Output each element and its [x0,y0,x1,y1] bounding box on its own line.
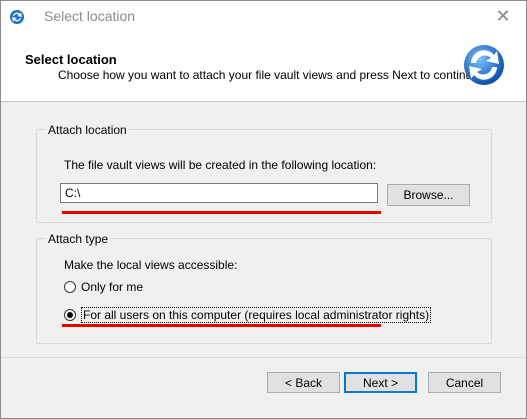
radio-label: Only for me [81,280,144,294]
cancel-button-label: Cancel [445,375,484,390]
attach-type-legend: Attach type [46,232,111,246]
radio-label: For all users on this computer (requires… [81,307,432,323]
header-title: Select location [25,52,117,67]
radio-only-for-me[interactable]: Only for me [64,280,143,294]
next-button[interactable]: Next > [344,372,417,393]
dialog-window: Select location ✕ Select location Choose… [0,0,527,419]
cancel-button[interactable]: Cancel [428,372,501,393]
refresh-arrows-icon [10,10,24,24]
title-bar[interactable]: Select location ✕ [1,1,526,31]
annotation-underline [62,324,381,327]
window-title: Select location [44,8,136,24]
location-path-input[interactable] [60,183,378,203]
attach-type-description: Make the local views accessible: [64,258,238,272]
back-button[interactable]: < Back [267,372,340,393]
browse-button-label: Browse... [403,188,454,202]
attach-location-group [36,129,492,223]
wizard-header: Select location Choose how you want to a… [1,31,526,102]
footer-divider [1,357,526,358]
annotation-underline [62,211,381,214]
radio-button-selected[interactable] [64,309,76,321]
next-button-label: Next > [362,375,398,390]
attach-location-legend: Attach location [46,123,129,137]
header-subtitle: Choose how you want to attach your file … [58,68,483,82]
close-icon: ✕ [495,5,511,26]
location-description: The file vault views will be created in … [64,158,377,172]
refresh-arrows-icon [464,45,504,85]
radio-button[interactable] [64,281,76,293]
radio-all-users[interactable]: For all users on this computer (requires… [64,307,432,323]
back-button-label: < Back [284,375,323,390]
close-button[interactable]: ✕ [480,1,526,31]
browse-button[interactable]: Browse... [387,184,470,206]
